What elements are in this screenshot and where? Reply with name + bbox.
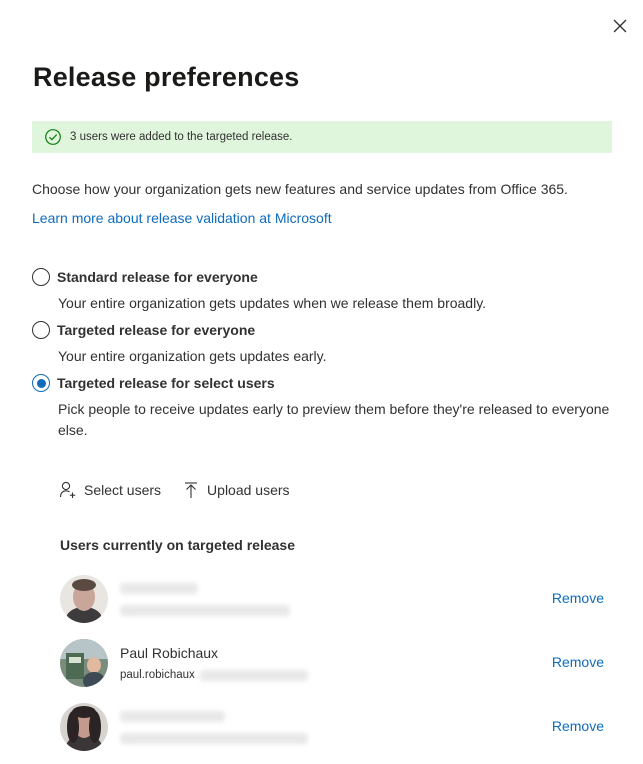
avatar xyxy=(60,639,108,687)
option-targeted-release-everyone[interactable]: Targeted release for everyone xyxy=(32,321,255,339)
upload-users-label: Upload users xyxy=(207,482,290,498)
avatar xyxy=(60,703,108,751)
option-label: Targeted release for select users xyxy=(57,375,275,391)
user-row: Remove xyxy=(60,703,610,753)
redacted-name xyxy=(120,711,225,722)
success-banner: 3 users were added to the targeted relea… xyxy=(32,121,612,153)
option-standard-release[interactable]: Standard release for everyone xyxy=(32,268,258,286)
radio-standard-release[interactable] xyxy=(32,268,50,286)
user-row: Remove xyxy=(60,575,610,625)
option-targeted-release-select-users[interactable]: Targeted release for select users xyxy=(32,374,275,392)
redacted-email-domain xyxy=(200,670,308,681)
check-circle-icon xyxy=(44,128,62,146)
user-row: Paul Robichaux paul.robichaux Remove xyxy=(60,639,610,689)
remove-user-button[interactable]: Remove xyxy=(552,590,604,606)
add-person-icon xyxy=(58,480,78,500)
users-section-title: Users currently on targeted release xyxy=(60,537,295,553)
select-users-label: Select users xyxy=(84,482,162,498)
user-email: paul.robichaux xyxy=(120,669,195,681)
user-actions-toolbar: Select users Upload users xyxy=(58,480,310,500)
upload-icon xyxy=(181,480,201,500)
redacted-email xyxy=(120,605,290,616)
remove-user-button[interactable]: Remove xyxy=(552,718,604,734)
option-label: Standard release for everyone xyxy=(57,269,258,285)
option-description: Your entire organization gets updates ea… xyxy=(58,348,327,364)
learn-more-link[interactable]: Learn more about release validation at M… xyxy=(32,210,332,226)
close-button[interactable] xyxy=(608,14,632,38)
avatar xyxy=(60,575,108,623)
radio-targeted-release-select-users[interactable] xyxy=(32,374,50,392)
redacted-email xyxy=(120,733,308,744)
select-users-button[interactable]: Select users xyxy=(58,480,161,500)
redacted-name xyxy=(120,583,198,594)
remove-user-button[interactable]: Remove xyxy=(552,654,604,670)
description-text: Choose how your organization gets new fe… xyxy=(32,181,568,197)
close-icon xyxy=(608,14,632,38)
upload-users-button[interactable]: Upload users xyxy=(181,480,290,500)
option-description: Your entire organization gets updates wh… xyxy=(58,295,487,311)
option-label: Targeted release for everyone xyxy=(57,322,256,338)
radio-targeted-release-everyone[interactable] xyxy=(32,321,50,339)
user-name: Paul Robichaux xyxy=(120,645,219,661)
banner-message: 3 users were added to the targeted relea… xyxy=(70,131,293,143)
option-description: Pick people to receive updates early to … xyxy=(58,401,610,438)
page-title: Release preferences xyxy=(33,62,300,92)
